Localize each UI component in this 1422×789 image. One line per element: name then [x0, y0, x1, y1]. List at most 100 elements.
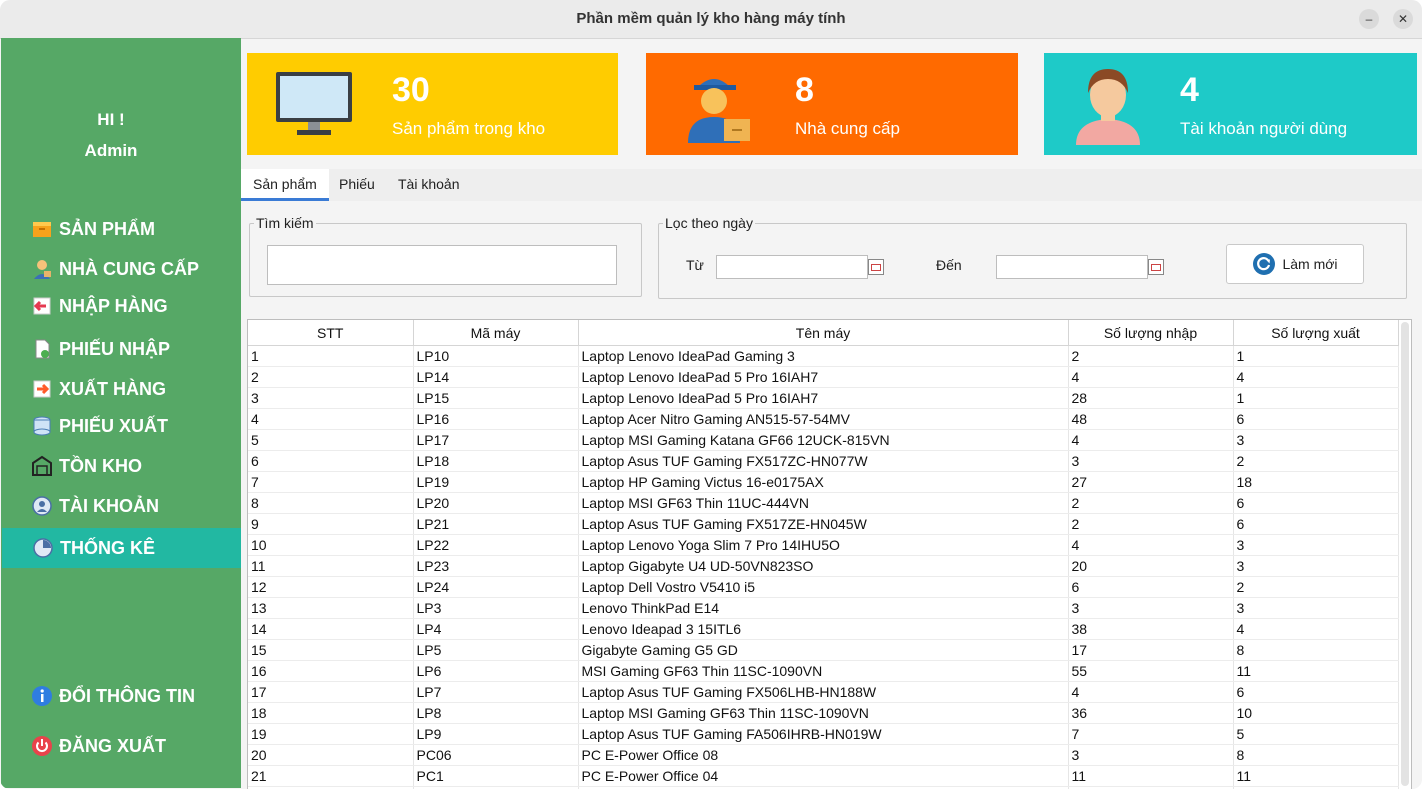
- table-cell: Lenovo ThinkPad E14: [578, 597, 1069, 619]
- to-label: Đến: [936, 257, 962, 273]
- table-cell: Laptop Lenovo IdeaPad 5 Pro 16IAH7: [578, 387, 1069, 409]
- table-row[interactable]: 1 LP10 Laptop Lenovo IdeaPad Gaming 321: [248, 345, 1399, 367]
- table-row[interactable]: 5 LP17 Laptop MSI Gaming Katana GF66 12UCK…: [248, 429, 1399, 451]
- minimize-button[interactable]: –: [1359, 9, 1379, 29]
- table-cell: 6: [1233, 492, 1399, 514]
- table-cell: LP5: [413, 639, 579, 661]
- table-row[interactable]: 10 LP22 Laptop Lenovo Yoga Slim 7 Pro 14IH…: [248, 534, 1399, 556]
- sidebar-item-import-receipts[interactable]: PHIẾU NHẬP: [31, 334, 170, 364]
- sidebar-item-label: NHÀ CUNG CẤP: [59, 258, 200, 279]
- table-cell: Laptop Asus TUF Gaming FX517ZE-HN045W: [578, 513, 1069, 535]
- column-header[interactable]: Mã máy: [413, 320, 579, 346]
- table-cell: LP14: [413, 366, 579, 388]
- sidebar-item-statistics[interactable]: THỐNG KÊ: [2, 528, 242, 568]
- table-cell: 11: [1233, 765, 1399, 787]
- column-header[interactable]: Số lượng nhập: [1068, 320, 1234, 346]
- table-cell: 6: [1068, 576, 1234, 598]
- sidebar-item-label: XUẤT HÀNG: [59, 378, 166, 399]
- table-row[interactable]: 9 LP21 Laptop Asus TUF Gaming FX517ZE-HN04…: [248, 513, 1399, 535]
- table-row[interactable]: 4 LP16 Laptop Acer Nitro Gaming AN515-57-5…: [248, 408, 1399, 430]
- table-scrollbar[interactable]: [1401, 322, 1409, 786]
- statistics-icon: [32, 537, 54, 559]
- table-row[interactable]: 20 PC06 PC E-Power Office 08 3 8: [248, 744, 1399, 766]
- sidebar-item-suppliers[interactable]: NHÀ CUNG CẤP: [31, 254, 199, 284]
- users-card: 4 Tài khoản người dùng: [1044, 53, 1417, 155]
- table-cell: 7: [248, 471, 414, 493]
- table-row[interactable]: 12 LP24 Laptop Dell Vostro V5410 i5 6 2: [248, 576, 1399, 598]
- table-cell: 3: [1233, 429, 1399, 451]
- column-header[interactable]: Tên máy: [578, 320, 1069, 346]
- table-cell: Laptop Asus TUF Gaming FX506LHB-HN188W: [578, 681, 1069, 703]
- table-cell: 10: [248, 534, 414, 556]
- from-calendar-icon[interactable]: [868, 259, 884, 275]
- to-calendar-icon[interactable]: [1148, 259, 1164, 275]
- sidebar-item-accounts[interactable]: TÀI KHOẢN: [31, 491, 159, 521]
- sidebar-item-products[interactable]: SẢN PHẨM: [31, 214, 155, 244]
- table-cell: Laptop HP Gaming Victus 16-e0175AX: [578, 471, 1069, 493]
- import-icon: [31, 295, 53, 317]
- tab-products[interactable]: Sản phẩm: [241, 169, 329, 201]
- table-row[interactable]: 11 LP23 Laptop Gigabyte U4 UD-50VN823SO 20 3: [248, 555, 1399, 577]
- table-cell: PC E-Power Office 04: [578, 765, 1069, 787]
- from-label: Từ: [686, 257, 704, 273]
- table-cell: 9: [248, 513, 414, 535]
- table-row[interactable]: 14 LP4 Lenovo Ideapad 3 15ITL6 38 4: [248, 618, 1399, 640]
- table-cell: 3: [1068, 744, 1234, 766]
- table-cell: 11: [1233, 660, 1399, 682]
- table-cell: 6: [1233, 513, 1399, 535]
- tab-receipts[interactable]: Phiếu: [327, 169, 387, 200]
- close-button[interactable]: ✕: [1393, 9, 1413, 29]
- box-icon: [31, 218, 53, 240]
- table-cell: 2: [1233, 450, 1399, 472]
- column-header[interactable]: STT: [248, 320, 414, 346]
- tab-accounts[interactable]: Tài khoản: [386, 169, 471, 200]
- table-row[interactable]: 21 PC1 PC E-Power Office 04 11 11: [248, 765, 1399, 787]
- table-cell: 36: [1068, 702, 1234, 724]
- sidebar-item-export[interactable]: XUẤT HÀNG: [31, 374, 166, 404]
- table-cell: 2: [1068, 513, 1234, 535]
- table-row[interactable]: 7 LP19 Laptop HP Gaming Victus 16-e0175AX 2…: [248, 471, 1399, 493]
- title-bar: Phần mềm quản lý kho hàng máy tính – ✕: [0, 0, 1422, 39]
- to-date-field[interactable]: [996, 255, 1148, 279]
- table-cell: 12: [248, 576, 414, 598]
- table-cell: 38: [1068, 618, 1234, 640]
- tab-bar: Sản phẩm Phiếu Tài khoản: [241, 169, 1422, 201]
- table-cell: 10: [1233, 702, 1399, 724]
- info-icon: [31, 685, 53, 707]
- table-cell: 3: [1233, 555, 1399, 577]
- logout-button[interactable]: ĐĂNG XUẤT: [31, 731, 166, 761]
- app-window: Phần mềm quản lý kho hàng máy tính – ✕ H…: [0, 0, 1422, 789]
- from-date-field[interactable]: [716, 255, 868, 279]
- column-header[interactable]: Số lượng xuất: [1233, 320, 1399, 346]
- supplier-icon: [31, 258, 53, 280]
- sidebar-item-import[interactable]: NHẬP HÀNG: [31, 291, 168, 321]
- table-cell: 14: [248, 618, 414, 640]
- table-cell: Laptop Lenovo IdeaPad Gaming 3: [578, 345, 1069, 367]
- sidebar-item-inventory[interactable]: TỒN KHO: [31, 451, 142, 481]
- table-cell: MSI Gaming GF63 Thin 11SC-1090VN: [578, 660, 1069, 682]
- table-row[interactable]: 3 LP15 Laptop Lenovo IdeaPad 5 Pro 16IAH7 2…: [248, 387, 1399, 409]
- table-cell: LP22: [413, 534, 579, 556]
- refresh-button[interactable]: Làm mới: [1226, 244, 1364, 284]
- update-info-button[interactable]: ĐỔI THÔNG TIN: [31, 681, 195, 711]
- table-cell: LP15: [413, 387, 579, 409]
- table-row[interactable]: 16 LP6 MSI Gaming GF63 Thin 11SC-1090VN 55 1…: [248, 660, 1399, 682]
- table-cell: 48: [1068, 408, 1234, 430]
- table-row[interactable]: 13 LP3 Lenovo ThinkPad E14 3 3: [248, 597, 1399, 619]
- sidebar-item-label: NHẬP HÀNG: [59, 295, 168, 316]
- table-row[interactable]: 18 LP8 Laptop MSI Gaming GF63 Thin 11SC-10…: [248, 702, 1399, 724]
- table-row[interactable]: 6 LP18 Laptop Asus TUF Gaming FX517ZC-HN07…: [248, 450, 1399, 472]
- table-row[interactable]: 2 LP14 Laptop Lenovo IdeaPad 5 Pro 16IAH7 4…: [248, 366, 1399, 388]
- table-cell: LP4: [413, 618, 579, 640]
- table-row[interactable]: 19 LP9 Laptop Asus TUF Gaming FA506IHRB-HN…: [248, 723, 1399, 745]
- table-cell: 3: [1068, 597, 1234, 619]
- table-row[interactable]: 15 LP5 Gigabyte Gaming G5 GD 17 8: [248, 639, 1399, 661]
- suppliers-label: Nhà cung cấp: [795, 119, 900, 138]
- search-input[interactable]: [267, 245, 617, 285]
- table-cell: 20: [1068, 555, 1234, 577]
- table-row[interactable]: 17 LP7 Laptop Asus TUF Gaming FX506LHB-HN1…: [248, 681, 1399, 703]
- products-card: 30 Sản phẩm trong kho: [247, 53, 618, 155]
- sidebar-item-export-receipts[interactable]: PHIẾU XUẤT: [31, 411, 168, 441]
- table-cell: Laptop Dell Vostro V5410 i5: [578, 576, 1069, 598]
- table-row[interactable]: 8 LP20 Laptop MSI GF63 Thin 11UC-444VN 2 6: [248, 492, 1399, 514]
